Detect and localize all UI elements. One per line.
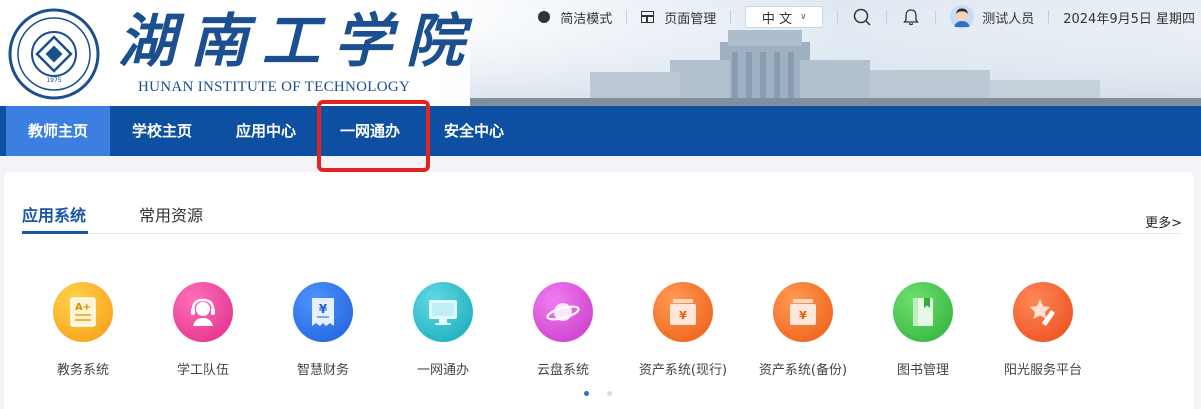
main-navigation: 教师主页 学校主页 应用中心 一网通办 安全中心: [0, 106, 1201, 156]
page-manage-label: 页面管理: [664, 11, 717, 27]
more-link[interactable]: 更多>: [1145, 212, 1182, 231]
language-select[interactable]: 中 文 ∨: [745, 0, 824, 34]
planet-icon: [533, 282, 593, 342]
app-label: 云盘系统: [536, 363, 589, 378]
divider: [626, 10, 628, 24]
divider: [886, 10, 888, 24]
nav-item-security-center[interactable]: 安全中心: [424, 106, 524, 156]
language-dropdown[interactable]: 中 文 ∨: [745, 6, 824, 28]
nav-item-teacher-home[interactable]: 教师主页: [6, 106, 110, 156]
tab-application-systems[interactable]: 应用系统: [22, 202, 88, 234]
app-label: 教务系统: [56, 363, 109, 378]
notification-button[interactable]: [901, 7, 921, 27]
book-icon: [893, 282, 953, 342]
app-label: 智慧财务: [296, 363, 349, 378]
svg-text:¥: ¥: [799, 309, 807, 322]
panel-tabs: 应用系统 常用资源 更多>: [22, 202, 1182, 234]
app-label: 图书管理: [896, 363, 949, 378]
school-name-chinese: 湖南工学院: [118, 7, 479, 75]
circle-dot-icon: [538, 11, 551, 23]
top-toolbar: 简洁模式 页面管理 中 文 ∨ 测试人员 2024年9月5日 星期四: [538, 0, 1195, 34]
search-button[interactable]: [852, 7, 872, 27]
nav-item-one-stop-service[interactable]: 一网通办: [320, 106, 420, 156]
divider: [1048, 10, 1050, 24]
app-label: 资产系统(现行): [638, 363, 728, 378]
app-smart-finance[interactable]: ¥ 智慧财务: [268, 282, 378, 378]
app-academic-affairs[interactable]: A+ 教务系统: [28, 282, 138, 378]
svg-text:¥: ¥: [319, 302, 328, 316]
app-label: 一网通办: [416, 363, 469, 378]
app-label: 阳光服务平台: [1003, 363, 1082, 378]
svg-text:¥: ¥: [679, 309, 687, 322]
app-library-management[interactable]: 图书管理: [868, 282, 978, 378]
user-name: 测试人员: [982, 11, 1035, 27]
app-cloud-drive[interactable]: 云盘系统: [508, 282, 618, 378]
divider: [730, 10, 732, 24]
divider: [935, 10, 937, 24]
page-manage-button[interactable]: 页面管理: [641, 0, 716, 34]
user-avatar: [950, 5, 975, 29]
carousel-pager: [584, 391, 612, 396]
language-value: 中 文: [761, 11, 792, 27]
app-one-stop-service[interactable]: 一网通办: [388, 282, 498, 378]
app-label: 学工队伍: [176, 363, 229, 378]
simple-mode-button[interactable]: 简洁模式: [538, 0, 612, 34]
simple-mode-label: 简洁模式: [560, 11, 613, 27]
grade-card-icon: A+: [53, 282, 113, 342]
bell-icon: [903, 9, 920, 26]
application-panel: 应用系统 常用资源 更多> A+ 教务系统 学工队伍 ¥ 智慧财务 一网通办 云…: [4, 172, 1194, 409]
user-menu[interactable]: 测试人员: [950, 0, 1034, 34]
app-student-affairs-team[interactable]: 学工队伍: [148, 282, 258, 378]
school-seal-logo: 1975: [8, 8, 100, 100]
app-asset-system-current[interactable]: ¥ 资产系统(现行): [628, 282, 738, 378]
app-asset-system-backup[interactable]: ¥ 资产系统(备份): [748, 282, 858, 378]
nav-item-school-home[interactable]: 学校主页: [112, 106, 212, 156]
school-name-english: HUNAN INSTITUTE OF TECHNOLOGY: [138, 79, 411, 95]
current-date: 2024年9月5日 星期四: [1063, 11, 1195, 27]
nav-item-app-center[interactable]: 应用中心: [216, 106, 316, 156]
layout-icon: [641, 11, 655, 23]
monitor-icon: [413, 282, 473, 342]
app-label: 资产系统(备份): [758, 363, 848, 378]
svg-text:A+: A+: [75, 302, 91, 313]
site-header: 1975 湖南工学院 HUNAN INSTITUTE OF TECHNOLOGY…: [0, 0, 1201, 106]
pager-dot-2[interactable]: [607, 391, 612, 396]
tab-common-resources[interactable]: 常用资源: [139, 202, 209, 234]
app-sunshine-service-platform[interactable]: 阳光服务平台: [988, 282, 1098, 378]
chevron-down-icon: ∨: [799, 12, 807, 22]
divider: [837, 10, 839, 24]
seal-year: 1975: [46, 77, 61, 84]
asset-folder-icon: ¥: [773, 282, 833, 342]
headset-user-icon: [173, 282, 233, 342]
search-icon: [853, 8, 871, 26]
app-grid: A+ 教务系统 学工队伍 ¥ 智慧财务 一网通办 云盘系统 ¥ 资产系统(现行)…: [4, 282, 1194, 378]
pager-dot-1[interactable]: [584, 391, 589, 396]
finance-receipt-icon: ¥: [293, 282, 353, 342]
asset-folder-icon: ¥: [653, 282, 713, 342]
star-pen-icon: [1013, 282, 1073, 342]
